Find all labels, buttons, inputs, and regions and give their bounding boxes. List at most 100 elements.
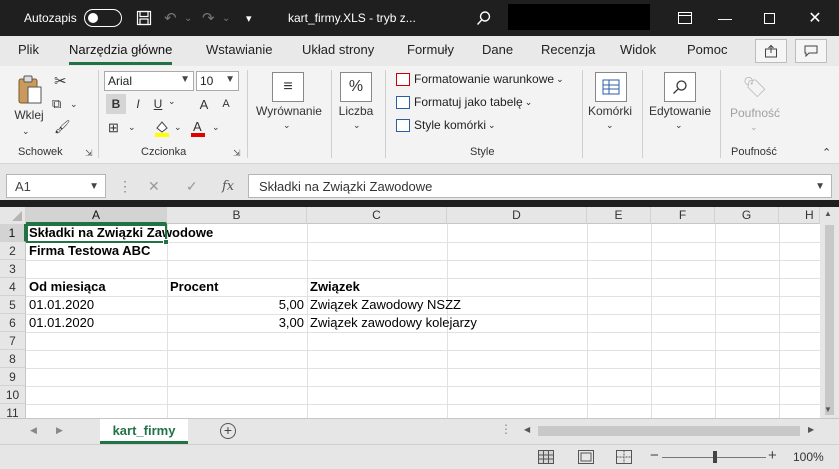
cell-a4[interactable]: Od miesiąca: [26, 278, 106, 296]
enter-icon[interactable]: ✓: [186, 174, 198, 198]
sheet-tab-kart-firmy[interactable]: kart_firmy: [100, 419, 188, 444]
row-header-5[interactable]: 5: [0, 296, 26, 314]
scroll-down-icon[interactable]: ▼: [824, 405, 832, 414]
cell-b5[interactable]: 5,00: [167, 296, 307, 314]
name-box[interactable]: A1 ▼: [6, 174, 106, 198]
bold-button[interactable]: B: [106, 94, 126, 114]
row-header-8[interactable]: 8: [0, 350, 26, 368]
italic-button[interactable]: I: [130, 94, 146, 114]
tab-help[interactable]: Pomoc: [687, 42, 727, 57]
copy-dropdown-icon[interactable]: ⌄: [70, 99, 78, 110]
number-dropdown-icon[interactable]: ⌄: [353, 120, 361, 131]
fill-color-dropdown-icon[interactable]: ⌄: [174, 122, 182, 133]
save-icon[interactable]: [136, 0, 152, 36]
number-label[interactable]: Liczba: [336, 104, 376, 118]
page-layout-view-icon[interactable]: [578, 450, 594, 467]
editing-dropdown-icon[interactable]: ⌄: [675, 120, 683, 131]
comments-icon[interactable]: [795, 39, 827, 63]
minimize-icon[interactable]: —: [702, 0, 748, 36]
customize-toolbar-icon[interactable]: ▾: [246, 0, 252, 36]
prev-sheet-icon[interactable]: ◀: [30, 425, 37, 436]
column-header-d[interactable]: D: [447, 207, 587, 224]
cells-label[interactable]: Komórki: [585, 104, 635, 118]
sensitivity-dropdown-icon[interactable]: ⌄: [750, 122, 758, 133]
cell-c4[interactable]: Związek: [307, 278, 360, 296]
editing-search-icon[interactable]: [664, 72, 696, 102]
conditional-formatting-button[interactable]: Formatowanie warunkowe ⌄: [396, 72, 564, 86]
tab-review[interactable]: Recenzja: [541, 42, 595, 57]
worksheet-grid[interactable]: A B C D E F G H 1 2 3 4 5 6 7 8 9 10 11 …: [0, 207, 839, 418]
sensitivity-tag-icon[interactable]: 🏷: [740, 72, 770, 102]
vertical-scroll-thumb[interactable]: [825, 225, 834, 415]
cell-b4[interactable]: Procent: [167, 278, 218, 296]
fill-color-icon[interactable]: [154, 118, 170, 138]
cut-icon[interactable]: ✂: [54, 72, 67, 90]
cell-styles-button[interactable]: Style komórki ⌄: [396, 118, 496, 132]
font-color-dropdown-icon[interactable]: ⌄: [212, 122, 220, 133]
scroll-up-icon[interactable]: ▲: [824, 209, 832, 218]
row-header-3[interactable]: 3: [0, 260, 26, 278]
column-header-g[interactable]: G: [715, 207, 779, 224]
zoom-slider-thumb[interactable]: [713, 451, 717, 463]
clipboard-launcher-icon[interactable]: ⇲: [85, 148, 93, 159]
tab-formulas[interactable]: Formuły: [407, 42, 454, 57]
row-header-10[interactable]: 10: [0, 386, 26, 404]
column-header-f[interactable]: F: [651, 207, 715, 224]
number-format-icon[interactable]: %: [340, 72, 372, 102]
alignment-icon[interactable]: ≡: [272, 72, 304, 102]
scroll-left-icon[interactable]: ◀: [524, 425, 530, 434]
share-icon[interactable]: [755, 39, 787, 63]
column-header-b[interactable]: B: [167, 207, 307, 224]
zoom-out-icon[interactable]: −: [650, 447, 659, 464]
redo-icon[interactable]: ↷: [202, 0, 215, 36]
row-header-4[interactable]: 4: [0, 278, 26, 296]
tab-data[interactable]: Dane: [482, 42, 513, 57]
cell-c5[interactable]: Związek Zawodowy NSZZ: [307, 296, 461, 314]
search-icon[interactable]: [476, 0, 492, 36]
tab-home[interactable]: Narzędzia główne: [69, 42, 173, 65]
borders-icon[interactable]: ⊞: [108, 120, 119, 136]
column-header-a[interactable]: A: [26, 207, 167, 224]
tab-page-layout[interactable]: Układ strony: [302, 42, 374, 57]
cell-b6[interactable]: 3,00: [167, 314, 307, 332]
maximize-icon[interactable]: [746, 0, 792, 36]
next-sheet-icon[interactable]: ▶: [56, 425, 63, 436]
formula-bar-options-icon[interactable]: ⋮: [118, 174, 132, 198]
page-break-view-icon[interactable]: [616, 450, 632, 467]
cells-dropdown-icon[interactable]: ⌄: [606, 120, 614, 131]
tab-view[interactable]: Widok: [620, 42, 656, 57]
select-all-corner[interactable]: [0, 207, 26, 224]
row-header-11[interactable]: 11: [0, 404, 26, 418]
collapse-ribbon-icon[interactable]: ⌃: [822, 146, 831, 159]
format-painter-icon[interactable]: 🖌: [54, 119, 71, 135]
column-header-h[interactable]: H: [779, 207, 820, 224]
grow-font-button[interactable]: A: [196, 94, 212, 114]
font-size-select[interactable]: 10 ▼: [196, 71, 239, 91]
close-icon[interactable]: ✕: [792, 0, 838, 36]
cell-c6[interactable]: Związek zawodowy kolejarzy: [307, 314, 477, 332]
redo-dropdown-icon[interactable]: ⌄: [222, 0, 230, 36]
row-header-9[interactable]: 9: [0, 368, 26, 386]
editing-label[interactable]: Edytowanie: [645, 104, 715, 118]
fill-handle[interactable]: [163, 239, 169, 245]
insert-function-icon[interactable]: fx: [222, 174, 234, 198]
cell-a2[interactable]: Firma Testowa ABC: [26, 242, 150, 260]
font-launcher-icon[interactable]: ⇲: [233, 148, 241, 159]
column-header-c[interactable]: C: [307, 207, 447, 224]
zoom-in-icon[interactable]: +: [768, 447, 777, 464]
paste-dropdown-icon[interactable]: ⌄: [22, 126, 30, 137]
horizontal-scrollbar[interactable]: ◀ ▶: [520, 423, 820, 439]
paste-icon[interactable]: [14, 72, 46, 108]
font-color-icon[interactable]: A: [190, 118, 206, 138]
undo-dropdown-icon[interactable]: ⌄: [184, 0, 192, 36]
cells-icon[interactable]: [595, 72, 627, 102]
undo-icon[interactable]: ↶: [164, 0, 177, 36]
add-sheet-icon[interactable]: +: [220, 423, 236, 439]
horizontal-scroll-thumb[interactable]: [538, 426, 800, 436]
row-header-6[interactable]: 6: [0, 314, 26, 332]
row-header-1[interactable]: 1: [0, 224, 26, 242]
cell-a6[interactable]: 01.01.2020: [26, 314, 94, 332]
sensitivity-label[interactable]: Poufność: [727, 106, 783, 120]
font-name-select[interactable]: Arial ▼: [104, 71, 194, 91]
paste-label[interactable]: Wklej: [12, 108, 46, 122]
